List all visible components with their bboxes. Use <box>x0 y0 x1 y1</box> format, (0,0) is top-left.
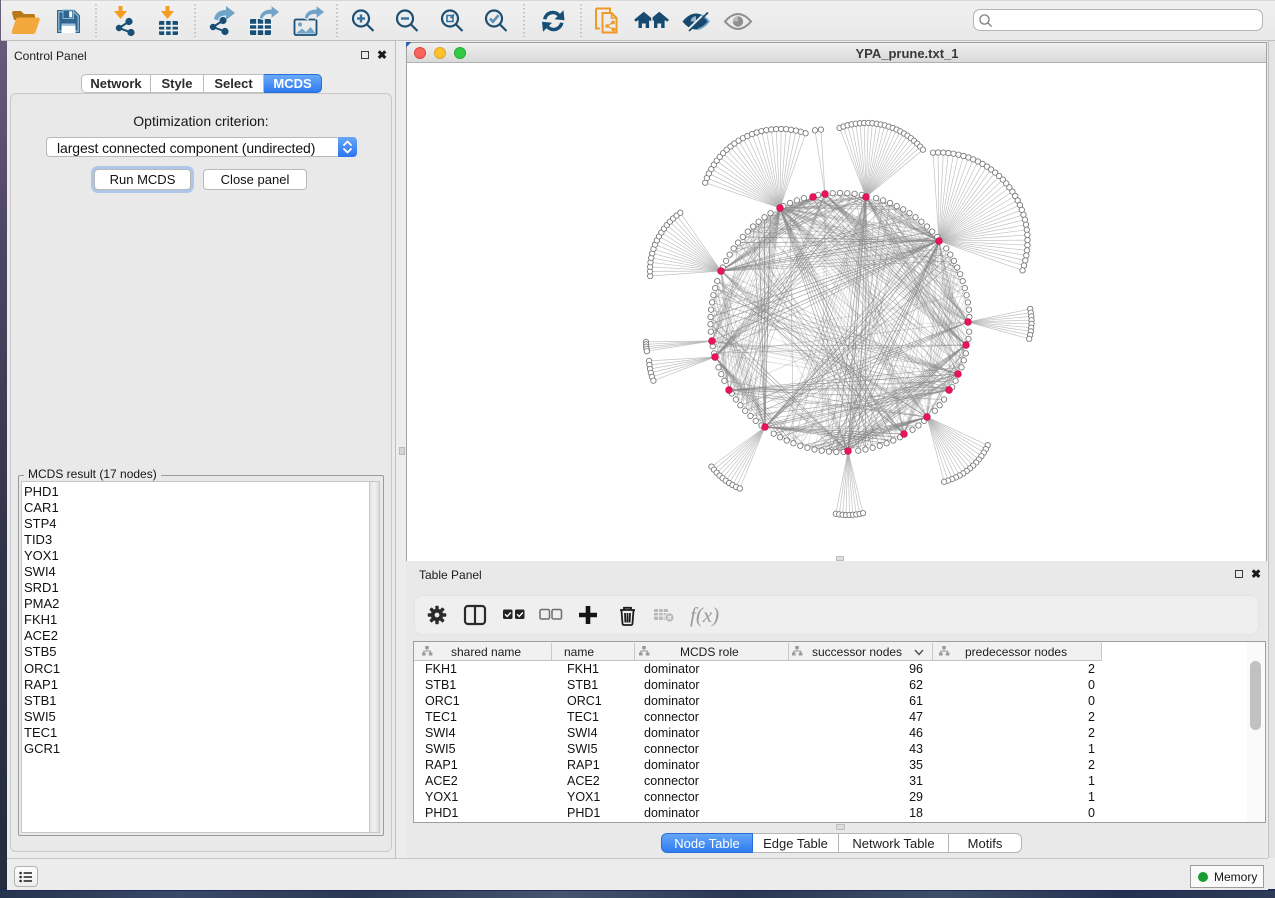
svg-text:f(x): f(x) <box>690 603 719 627</box>
